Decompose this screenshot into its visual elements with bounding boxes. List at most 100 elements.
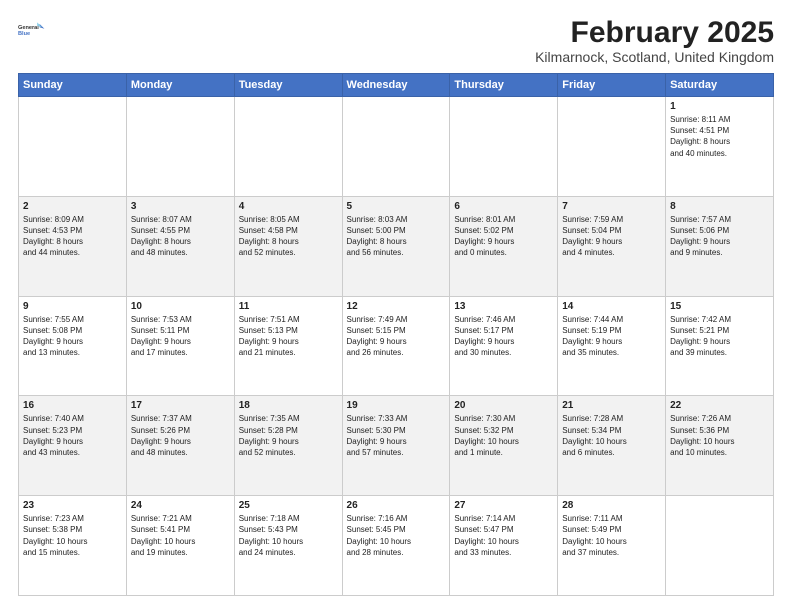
table-row: 16 Sunrise: 7:40 AM Sunset: 5:23 PM Dayli… xyxy=(19,396,127,496)
day-number: 21 xyxy=(562,400,661,411)
day-number: 10 xyxy=(131,301,230,312)
day-number: 23 xyxy=(23,500,122,511)
table-row: 22 Sunrise: 7:26 AM Sunset: 5:36 PM Dayli… xyxy=(666,396,774,496)
day-number: 20 xyxy=(454,400,553,411)
title-block: February 2025 Kilmarnock, Scotland, Unit… xyxy=(535,16,774,65)
day-number: 8 xyxy=(670,201,769,212)
table-row: 11Sunrise: 7:51 AM Sunset: 5:13 PM Dayli… xyxy=(234,296,342,396)
day-info: Sunrise: 7:33 AM Sunset: 5:30 PM Dayligh… xyxy=(347,413,446,458)
day-info: Sunrise: 7:30 AM Sunset: 5:32 PM Dayligh… xyxy=(454,413,553,458)
day-number: 22 xyxy=(670,400,769,411)
table-row: 21 Sunrise: 7:28 AM Sunset: 5:34 PM Dayli… xyxy=(558,396,666,496)
day-info: Sunrise: 7:51 AM Sunset: 5:13 PM Dayligh… xyxy=(239,314,338,359)
day-number: 3 xyxy=(131,201,230,212)
logo: GeneralBlue xyxy=(18,16,46,44)
day-number: 24 xyxy=(131,500,230,511)
table-row: 2 Sunrise: 8:09 AM Sunset: 4:53 PM Daylig… xyxy=(19,196,127,296)
day-number: 28 xyxy=(562,500,661,511)
table-row: 17 Sunrise: 7:37 AM Sunset: 5:26 PM Dayli… xyxy=(126,396,234,496)
table-row xyxy=(666,496,774,596)
table-row: 10Sunrise: 7:53 AM Sunset: 5:11 PM Dayli… xyxy=(126,296,234,396)
day-info: Sunrise: 7:55 AM Sunset: 5:08 PM Dayligh… xyxy=(23,314,122,359)
day-number: 4 xyxy=(239,201,338,212)
day-info: Sunrise: 7:40 AM Sunset: 5:23 PM Dayligh… xyxy=(23,413,122,458)
day-number: 2 xyxy=(23,201,122,212)
table-row: 15Sunrise: 7:42 AM Sunset: 5:21 PM Dayli… xyxy=(666,296,774,396)
table-row: 1 Sunrise: 8:11 AM Sunset: 4:51 PM Daylig… xyxy=(666,97,774,197)
day-info: Sunrise: 8:05 AM Sunset: 4:58 PM Dayligh… xyxy=(239,214,338,259)
table-row: 28 Sunrise: 7:11 AM Sunset: 5:49 PM Dayli… xyxy=(558,496,666,596)
table-row: 14Sunrise: 7:44 AM Sunset: 5:19 PM Dayli… xyxy=(558,296,666,396)
table-row xyxy=(234,97,342,197)
table-row: 25 Sunrise: 7:18 AM Sunset: 5:43 PM Dayli… xyxy=(234,496,342,596)
day-number: 13 xyxy=(454,301,553,312)
table-row: 9Sunrise: 7:55 AM Sunset: 5:08 PM Daylig… xyxy=(19,296,127,396)
day-number: 27 xyxy=(454,500,553,511)
table-row xyxy=(450,97,558,197)
table-row: 24 Sunrise: 7:21 AM Sunset: 5:41 PM Dayli… xyxy=(126,496,234,596)
col-thursday: Thursday xyxy=(450,74,558,97)
header: GeneralBlue February 2025 Kilmarnock, Sc… xyxy=(18,16,774,65)
day-number: 14 xyxy=(562,301,661,312)
day-info: Sunrise: 7:14 AM Sunset: 5:47 PM Dayligh… xyxy=(454,513,553,558)
day-info: Sunrise: 8:07 AM Sunset: 4:55 PM Dayligh… xyxy=(131,214,230,259)
day-number: 15 xyxy=(670,301,769,312)
day-info: Sunrise: 7:11 AM Sunset: 5:49 PM Dayligh… xyxy=(562,513,661,558)
day-info: Sunrise: 7:37 AM Sunset: 5:26 PM Dayligh… xyxy=(131,413,230,458)
day-number: 17 xyxy=(131,400,230,411)
table-row xyxy=(342,97,450,197)
day-number: 18 xyxy=(239,400,338,411)
calendar-header-row: Sunday Monday Tuesday Wednesday Thursday… xyxy=(19,74,774,97)
calendar-week-row: 23 Sunrise: 7:23 AM Sunset: 5:38 PM Dayli… xyxy=(19,496,774,596)
calendar-table: Sunday Monday Tuesday Wednesday Thursday… xyxy=(18,73,774,596)
table-row: 26Sunrise: 7:16 AM Sunset: 5:45 PM Dayli… xyxy=(342,496,450,596)
col-sunday: Sunday xyxy=(19,74,127,97)
day-info: Sunrise: 7:18 AM Sunset: 5:43 PM Dayligh… xyxy=(239,513,338,558)
day-info: Sunrise: 7:21 AM Sunset: 5:41 PM Dayligh… xyxy=(131,513,230,558)
day-number: 19 xyxy=(347,400,446,411)
calendar-subtitle: Kilmarnock, Scotland, United Kingdom xyxy=(535,49,774,65)
calendar-week-row: 2 Sunrise: 8:09 AM Sunset: 4:53 PM Daylig… xyxy=(19,196,774,296)
day-info: Sunrise: 8:09 AM Sunset: 4:53 PM Dayligh… xyxy=(23,214,122,259)
day-info: Sunrise: 8:03 AM Sunset: 5:00 PM Dayligh… xyxy=(347,214,446,259)
day-info: Sunrise: 7:46 AM Sunset: 5:17 PM Dayligh… xyxy=(454,314,553,359)
day-info: Sunrise: 7:28 AM Sunset: 5:34 PM Dayligh… xyxy=(562,413,661,458)
logo-icon: GeneralBlue xyxy=(18,16,46,44)
calendar-title: February 2025 xyxy=(535,16,774,49)
day-number: 5 xyxy=(347,201,446,212)
table-row: 13 Sunrise: 7:46 AM Sunset: 5:17 PM Dayli… xyxy=(450,296,558,396)
day-number: 25 xyxy=(239,500,338,511)
day-info: Sunrise: 7:59 AM Sunset: 5:04 PM Dayligh… xyxy=(562,214,661,259)
table-row: 18 Sunrise: 7:35 AM Sunset: 5:28 PM Dayli… xyxy=(234,396,342,496)
table-row: 12Sunrise: 7:49 AM Sunset: 5:15 PM Dayli… xyxy=(342,296,450,396)
page: GeneralBlue February 2025 Kilmarnock, Sc… xyxy=(0,0,792,612)
day-info: Sunrise: 7:26 AM Sunset: 5:36 PM Dayligh… xyxy=(670,413,769,458)
col-friday: Friday xyxy=(558,74,666,97)
day-info: Sunrise: 7:23 AM Sunset: 5:38 PM Dayligh… xyxy=(23,513,122,558)
svg-text:Blue: Blue xyxy=(18,31,30,37)
day-info: Sunrise: 8:11 AM Sunset: 4:51 PM Dayligh… xyxy=(670,114,769,159)
col-monday: Monday xyxy=(126,74,234,97)
day-info: Sunrise: 7:16 AM Sunset: 5:45 PM Dayligh… xyxy=(347,513,446,558)
table-row: 20 Sunrise: 7:30 AM Sunset: 5:32 PM Dayli… xyxy=(450,396,558,496)
col-tuesday: Tuesday xyxy=(234,74,342,97)
calendar-week-row: 9Sunrise: 7:55 AM Sunset: 5:08 PM Daylig… xyxy=(19,296,774,396)
table-row xyxy=(558,97,666,197)
table-row: 27 Sunrise: 7:14 AM Sunset: 5:47 PM Dayli… xyxy=(450,496,558,596)
day-info: Sunrise: 7:35 AM Sunset: 5:28 PM Dayligh… xyxy=(239,413,338,458)
col-wednesday: Wednesday xyxy=(342,74,450,97)
day-number: 7 xyxy=(562,201,661,212)
calendar-week-row: 1 Sunrise: 8:11 AM Sunset: 4:51 PM Daylig… xyxy=(19,97,774,197)
day-number: 12 xyxy=(347,301,446,312)
calendar-week-row: 16 Sunrise: 7:40 AM Sunset: 5:23 PM Dayli… xyxy=(19,396,774,496)
table-row: 6Sunrise: 8:01 AM Sunset: 5:02 PM Daylig… xyxy=(450,196,558,296)
day-number: 1 xyxy=(670,101,769,112)
table-row xyxy=(126,97,234,197)
table-row: 8 Sunrise: 7:57 AM Sunset: 5:06 PM Daylig… xyxy=(666,196,774,296)
svg-text:General: General xyxy=(18,25,39,31)
col-saturday: Saturday xyxy=(666,74,774,97)
table-row: 4 Sunrise: 8:05 AM Sunset: 4:58 PM Daylig… xyxy=(234,196,342,296)
day-number: 16 xyxy=(23,400,122,411)
table-row: 7 Sunrise: 7:59 AM Sunset: 5:04 PM Daylig… xyxy=(558,196,666,296)
day-info: Sunrise: 7:57 AM Sunset: 5:06 PM Dayligh… xyxy=(670,214,769,259)
